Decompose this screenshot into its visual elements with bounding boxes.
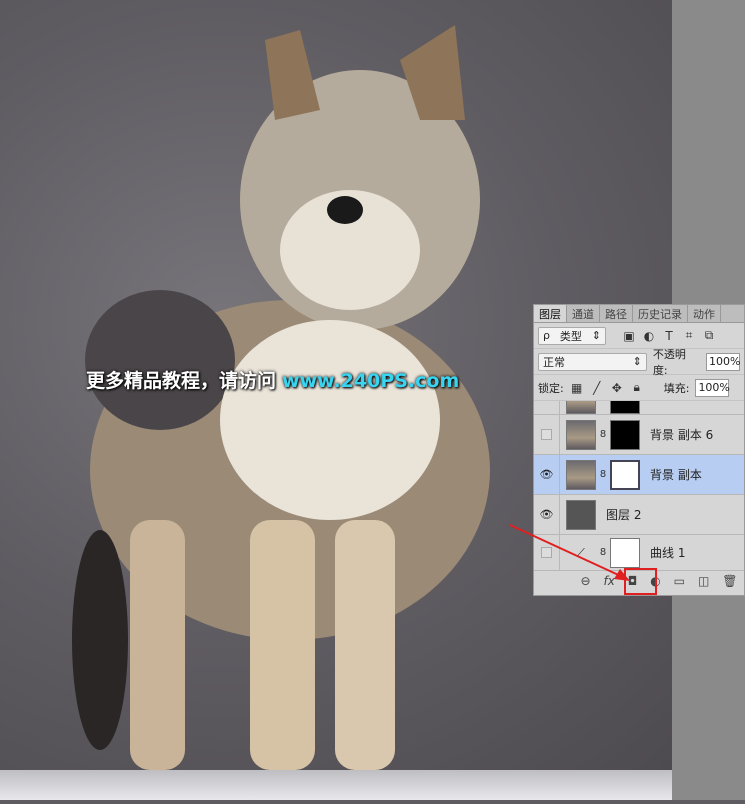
layer-thumbnail xyxy=(566,499,596,530)
lock-transparency-icon[interactable]: ▦ xyxy=(570,381,584,395)
visibility-toggle[interactable]: 👁︎ xyxy=(534,455,560,494)
tab-layers[interactable]: 图层 xyxy=(534,305,567,322)
tab-history[interactable]: 历史记录 xyxy=(633,305,688,322)
type-filter-icon[interactable]: T xyxy=(662,329,676,343)
chevron-updown-icon: ⇕ xyxy=(632,355,642,368)
layers-panel: 图层 通道 路径 历史记录 动作 ρ 类型 ⇕ ▣ ◐ T ⌗ ⧉ 正常 ⇕ 不透明度… xyxy=(533,304,745,596)
snow-ground xyxy=(0,770,672,800)
tab-actions[interactable]: 动作 xyxy=(688,305,721,322)
fill-label: 填充: xyxy=(663,381,690,395)
link-icon[interactable]: 8 xyxy=(596,469,610,480)
blend-row: 正常 ⇕ 不透明度: 100% xyxy=(534,347,744,377)
new-layer-icon[interactable]: ◫ xyxy=(698,574,709,588)
layer-name: 图层 2 xyxy=(606,508,642,522)
filter-kind-select[interactable]: ρ 类型 ⇕ xyxy=(538,326,606,345)
opacity-label: 不透明度: xyxy=(652,347,686,377)
mask-thumbnail[interactable] xyxy=(610,419,640,450)
layer-name: 背景 副本 xyxy=(650,468,702,482)
curves-icon: ⟋ xyxy=(577,545,585,559)
search-icon: ρ xyxy=(543,329,550,342)
eye-icon: 👁︎ xyxy=(539,508,554,521)
lock-row: 锁定: ▦ ╱ ✥ 🔒︎ 填充: 100% xyxy=(534,375,744,401)
adjustment-filter-icon[interactable]: ◐ xyxy=(642,329,656,343)
layer-thumbnail xyxy=(566,419,596,450)
panel-tabs: 图层 通道 路径 历史记录 动作 xyxy=(534,305,744,323)
mask-thumbnail[interactable] xyxy=(610,459,640,490)
visibility-toggle[interactable] xyxy=(534,415,560,454)
layer-name: 背景 副本 6 xyxy=(650,428,714,442)
watermark: 更多精品教程，请访问 www.240PS.com xyxy=(86,366,459,393)
lock-brush-icon[interactable]: ╱ xyxy=(590,381,604,395)
mask-thumbnail xyxy=(610,401,640,414)
layer-partial[interactable] xyxy=(534,401,744,415)
highlight-box xyxy=(624,568,657,595)
layer-thumbnail xyxy=(566,459,596,490)
layer-row[interactable]: ⟋ 8 曲线 1 xyxy=(534,535,744,571)
shape-filter-icon[interactable]: ⌗ xyxy=(682,328,696,343)
link-icon[interactable]: 8 xyxy=(596,547,610,558)
hidden-box-icon xyxy=(541,429,552,440)
layer-row[interactable]: 8 背景 副本 6 xyxy=(534,415,744,455)
blend-mode-value: 正常 xyxy=(543,355,565,369)
hidden-box-icon xyxy=(541,547,552,558)
visibility-cell xyxy=(534,401,560,414)
visibility-toggle[interactable]: 👁︎ xyxy=(534,495,560,534)
visibility-toggle[interactable] xyxy=(534,535,560,570)
layer-row[interactable]: 👁︎ 8 背景 副本 xyxy=(534,455,744,495)
new-group-icon[interactable]: ▭ xyxy=(674,574,685,588)
filter-row: ρ 类型 ⇕ ▣ ◐ T ⌗ ⧉ xyxy=(534,323,744,349)
blend-mode-select[interactable]: 正常 ⇕ xyxy=(538,352,647,371)
link-layers-icon[interactable]: ⊖ xyxy=(580,574,590,588)
smart-object-filter-icon[interactable]: ⧉ xyxy=(702,328,716,343)
link-icon[interactable]: 8 xyxy=(596,429,610,440)
opacity-input[interactable]: 100% xyxy=(706,352,740,371)
fill-input[interactable]: 100% xyxy=(695,378,730,397)
lock-move-icon[interactable]: ✥ xyxy=(610,381,624,395)
mask-thumbnail[interactable] xyxy=(610,537,640,568)
watermark-text: 更多精品教程，请访问 xyxy=(86,370,277,392)
filter-label: 类型 xyxy=(559,329,582,343)
fx-icon[interactable]: fx xyxy=(603,574,614,588)
tab-paths[interactable]: 路径 xyxy=(600,305,633,322)
trash-icon[interactable]: 🗑︎ xyxy=(722,574,737,588)
eye-icon: 👁︎ xyxy=(539,468,554,481)
layer-thumbnail xyxy=(566,401,596,414)
layer-row[interactable]: 👁︎ 图层 2 xyxy=(534,495,744,535)
chevron-updown-icon: ⇕ xyxy=(591,329,601,342)
layer-name: 曲线 1 xyxy=(650,546,686,560)
lock-all-icon[interactable]: 🔒︎ xyxy=(630,380,644,395)
image-filter-icon[interactable]: ▣ xyxy=(622,329,636,343)
lock-label: 锁定: xyxy=(538,381,564,395)
watermark-url: www.240PS.com xyxy=(282,370,460,392)
tab-channels[interactable]: 通道 xyxy=(567,305,600,322)
